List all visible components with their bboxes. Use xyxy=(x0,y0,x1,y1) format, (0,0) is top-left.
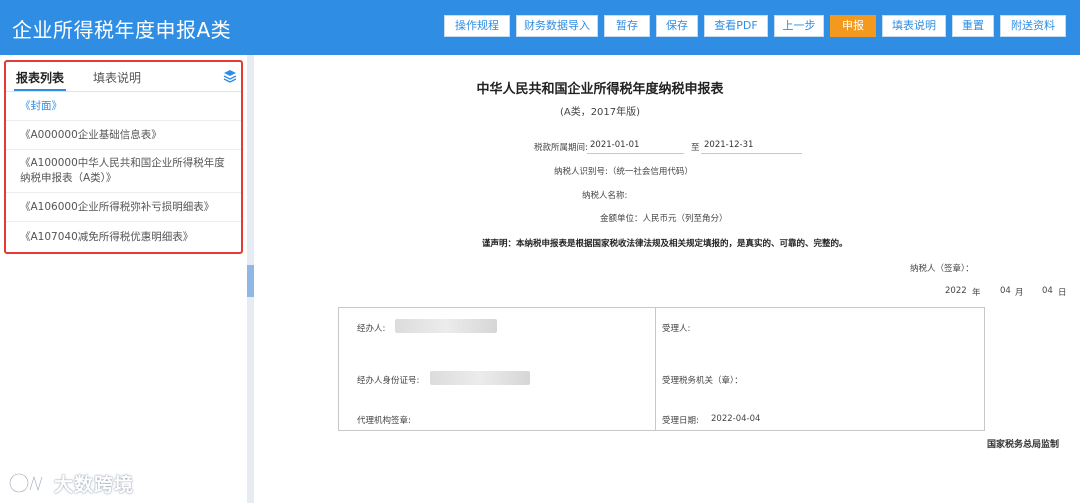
list-item-a100000[interactable]: 《A100000中华人民共和国企业所得税年度纳税申报表（A类）》 xyxy=(6,150,241,193)
watermark-text: 大数跨境 xyxy=(54,473,135,496)
acceptor-label: 受理人: xyxy=(662,324,691,334)
list-item-cover[interactable]: 《封面》 xyxy=(6,92,241,121)
handler-id-redacted xyxy=(430,371,530,385)
list-item-a000000[interactable]: 《A000000企业基础信息表》 xyxy=(6,121,241,150)
period-start-field[interactable]: 2021-01-01 xyxy=(587,138,684,154)
period-label: 税款所属期间: xyxy=(534,143,588,153)
report-list-panel: 报表列表 填表说明 《封面》 《A000000企业基础信息表》 《A100000… xyxy=(4,60,243,254)
declaration-text: 谨声明：本纳税申报表是根据国家税收法律法规及相关规定填报的，是真实的、可靠的、完… xyxy=(482,239,848,249)
list-item-a107040[interactable]: 《A107040减免所得税优惠明细表》 xyxy=(6,222,241,252)
save-button[interactable]: 保存 xyxy=(656,15,698,37)
accept-date-value: 2022-04-04 xyxy=(711,414,761,424)
agency-seal-label: 代理机构签章: xyxy=(357,416,411,426)
period-to-label: 至 xyxy=(691,143,700,153)
collapse-sidebar-handle[interactable] xyxy=(247,265,254,297)
declare-button[interactable]: 申报 xyxy=(830,15,876,37)
operation-rules-button[interactable]: 操作规程 xyxy=(444,15,510,37)
taxpayer-id-label: 纳税人识别号:（统一社会信用代码） xyxy=(554,167,693,177)
date-day: 04 xyxy=(1042,286,1053,296)
temp-save-button[interactable]: 暂存 xyxy=(604,15,650,37)
amount-unit-label: 金额单位：人民币元（列至角分） xyxy=(600,214,728,224)
tax-office-label: 受理税务机关（章）： xyxy=(662,376,743,386)
layers-icon[interactable] xyxy=(223,69,237,83)
tab-filling-instructions[interactable]: 填表说明 xyxy=(93,69,141,86)
watermark: 大数跨境 xyxy=(8,470,134,496)
taxpayer-name-label: 纳税人名称: xyxy=(582,191,628,201)
view-pdf-button[interactable]: 查看PDF xyxy=(704,15,768,37)
taxpayer-signature-label: 纳税人（签章）： xyxy=(910,264,974,274)
list-item-a106000[interactable]: 《A106000企业所得税弥补亏损明细表》 xyxy=(6,193,241,222)
previous-step-button[interactable]: 上一步 xyxy=(774,15,824,37)
app-title: 企业所得税年度申报A类 xyxy=(12,18,232,42)
accept-date-label: 受理日期: xyxy=(662,416,699,426)
form-subtitle: (A类，2017年版) xyxy=(559,107,641,118)
date-month: 04 xyxy=(1000,286,1011,296)
attach-documents-button[interactable]: 附送资料 xyxy=(1000,15,1066,37)
handler-id-label: 经办人身份证号: xyxy=(357,376,420,386)
reset-button[interactable]: 重置 xyxy=(952,15,994,37)
handler-redacted xyxy=(395,319,497,333)
brand-logo-icon xyxy=(8,472,44,495)
app-header: 企业所得税年度申报A类 操作规程 财务数据导入 暂存 保存 查看PDF 上一步 … xyxy=(0,0,1080,55)
signature-table: 经办人: 经办人身份证号: 代理机构签章: 受理人: 受理税务机关（章）： 受理… xyxy=(338,307,985,431)
import-financial-data-button[interactable]: 财务数据导入 xyxy=(516,15,598,37)
period-end-field[interactable]: 2021-12-31 xyxy=(701,138,802,154)
form-title: 中华人民共和国企业所得税年度纳税申报表 xyxy=(476,82,724,97)
table-divider xyxy=(655,308,656,430)
tab-report-list[interactable]: 报表列表 xyxy=(16,69,64,86)
date-year-label: 年 xyxy=(972,288,981,298)
filling-instructions-button[interactable]: 填表说明 xyxy=(882,15,946,37)
date-year: 2022 xyxy=(945,286,967,296)
handler-label: 经办人: xyxy=(357,324,386,334)
date-day-label: 日 xyxy=(1058,288,1067,298)
date-month-label: 月 xyxy=(1015,288,1024,298)
supervise-note: 国家税务总局监制 xyxy=(987,440,1060,450)
